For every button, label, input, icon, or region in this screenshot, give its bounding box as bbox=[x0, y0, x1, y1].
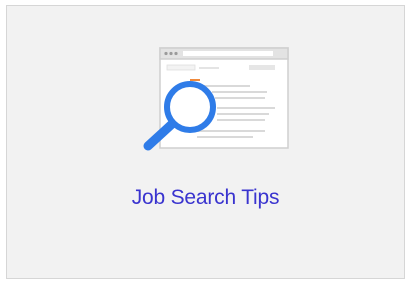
magnifier-over-browser-window-icon bbox=[143, 47, 289, 151]
card-title[interactable]: Job Search Tips bbox=[7, 186, 404, 210]
job-search-tips-card[interactable]: Job Search Tips bbox=[6, 5, 405, 279]
